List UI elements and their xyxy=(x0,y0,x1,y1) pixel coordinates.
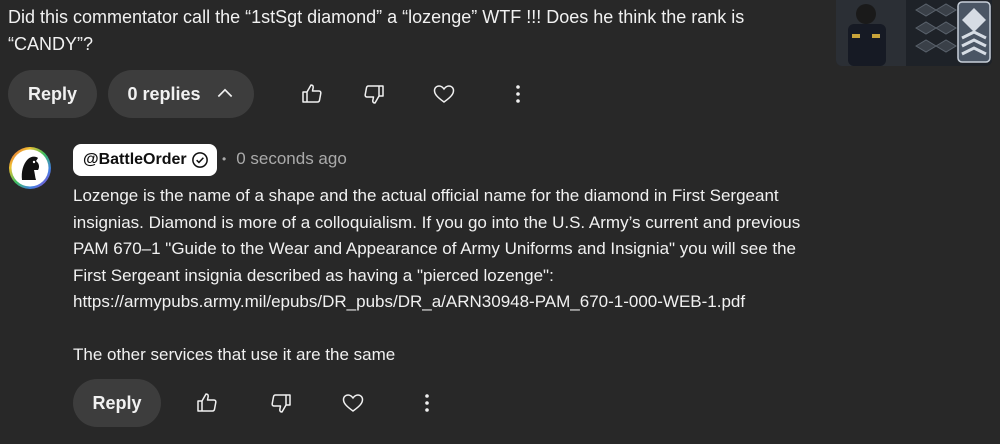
dislike-button[interactable] xyxy=(352,72,396,116)
video-thumbnail[interactable] xyxy=(836,0,992,66)
reply-button[interactable]: Reply xyxy=(8,70,97,118)
parent-comment-text: Did this commentator call the “1stSgt di… xyxy=(8,7,745,54)
dislike-button[interactable] xyxy=(259,381,303,425)
thumbs-down-icon xyxy=(364,85,384,104)
more-vertical-icon xyxy=(425,394,429,412)
author-name: @BattleOrder xyxy=(83,151,187,168)
like-button[interactable] xyxy=(290,72,334,116)
more-vertical-icon xyxy=(516,85,520,103)
thumbs-up-icon xyxy=(302,84,322,103)
chevron-up-icon xyxy=(217,88,232,98)
thumbnail-image xyxy=(836,0,992,66)
more-options-button[interactable] xyxy=(405,381,449,425)
heart-icon xyxy=(342,394,364,412)
reply-button-label: Reply xyxy=(27,83,78,104)
replies-toggle-button[interactable]: 0 replies xyxy=(108,70,254,118)
reply-button[interactable]: Reply xyxy=(73,379,161,427)
reply-paragraph-1: Lozenge is the name of a shape and the a… xyxy=(73,186,801,311)
heart-icon xyxy=(433,85,455,103)
thumbs-down-icon xyxy=(271,394,291,413)
heart-button[interactable] xyxy=(331,381,375,425)
comment-meta: • 0 seconds ago xyxy=(222,149,347,169)
replies-count-label: 0 replies xyxy=(127,83,201,104)
meta-separator-dot: • xyxy=(222,152,227,166)
reply-button-label: Reply xyxy=(92,392,142,413)
reply-action-bar: Reply xyxy=(73,379,449,427)
like-button[interactable] xyxy=(185,381,229,425)
thumbs-up-icon xyxy=(197,393,217,412)
reply-paragraph-2: The other services that use it are the s… xyxy=(73,344,396,364)
heart-button[interactable] xyxy=(422,72,466,116)
author-name-chip[interactable]: @BattleOrder xyxy=(73,144,217,176)
comment-timestamp[interactable]: 0 seconds ago xyxy=(236,149,347,169)
more-options-button[interactable] xyxy=(496,72,540,116)
avatar-image xyxy=(9,147,51,189)
parent-action-bar: Reply 0 replies xyxy=(8,70,540,118)
avatar[interactable] xyxy=(8,146,52,190)
reply-comment-body: Lozenge is the name of a shape and the a… xyxy=(73,183,803,368)
verified-check-icon xyxy=(191,152,208,168)
